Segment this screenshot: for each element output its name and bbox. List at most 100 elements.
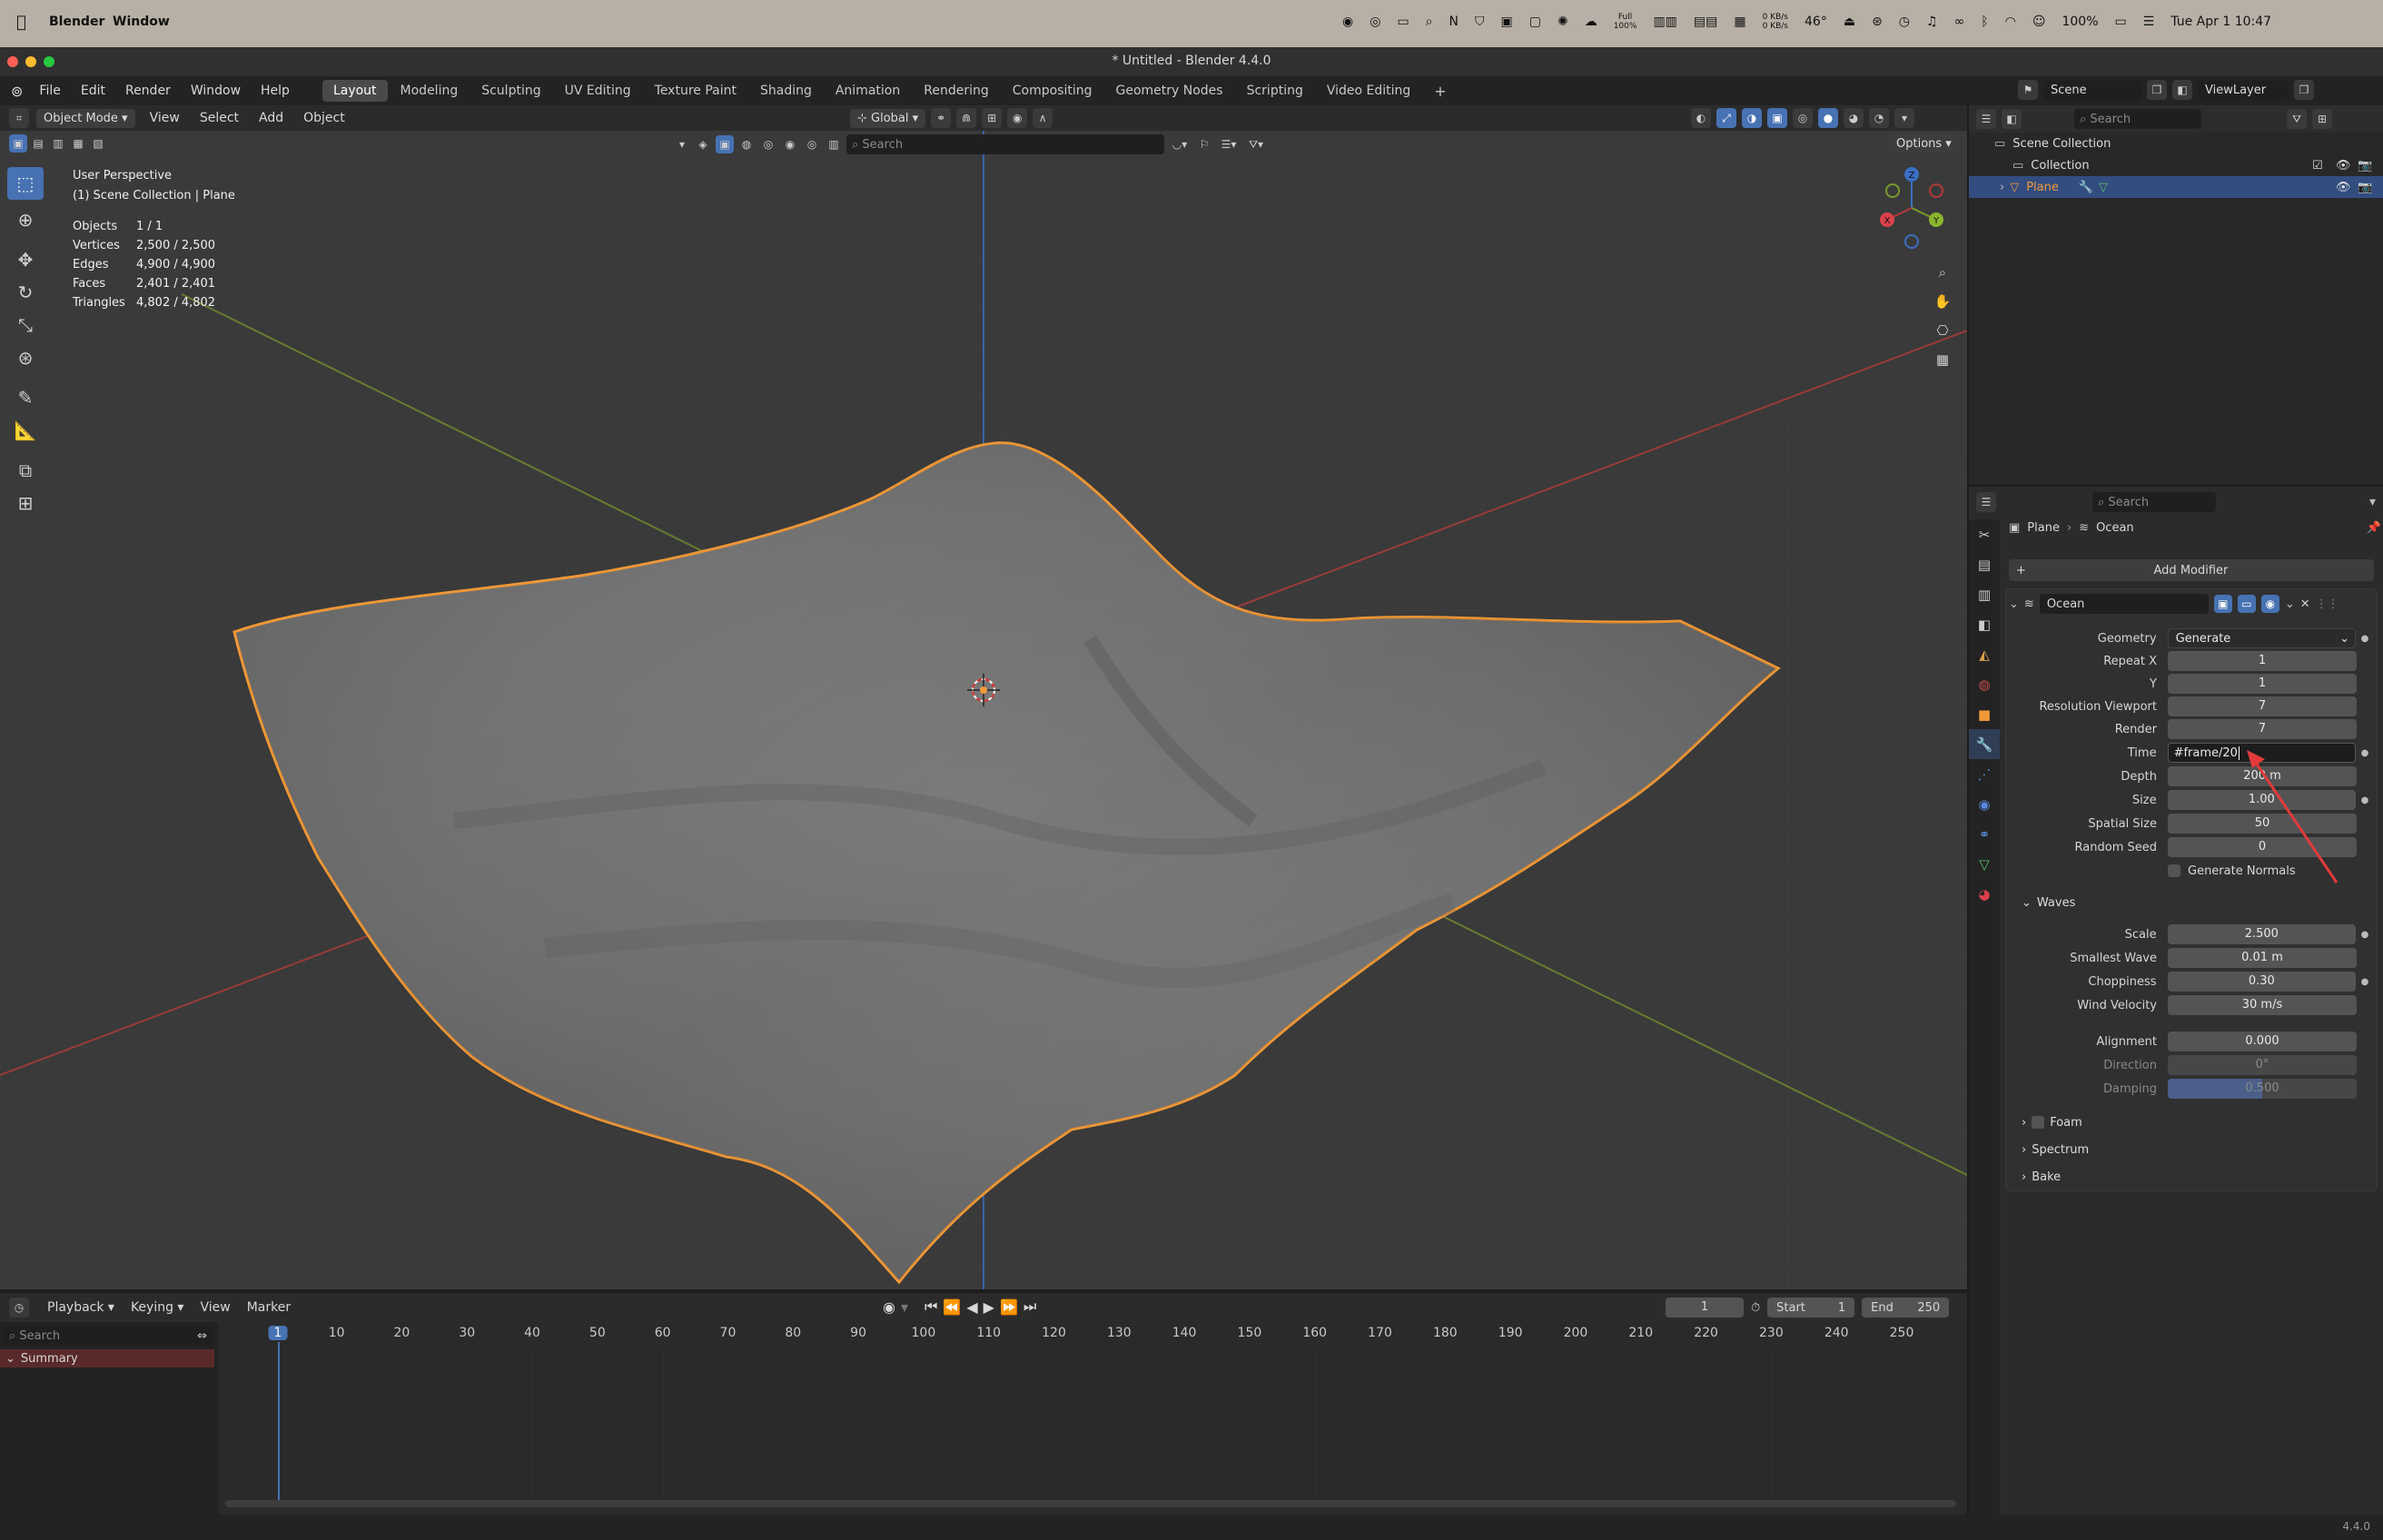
add-primitive-tool-icon[interactable]: ⊞ (7, 487, 44, 519)
tab-animation[interactable]: Animation (825, 80, 911, 102)
timeline-menu-view[interactable]: View (200, 1300, 230, 1315)
wind-velocity-field[interactable]: 30 m/s (2168, 995, 2357, 1015)
viewlayer-icon[interactable]: ◧ (2172, 80, 2192, 100)
shield-icon[interactable]: ⛉ (1475, 15, 1485, 29)
collection-render-camera-icon[interactable]: 📷 (2358, 159, 2372, 173)
gpu-icon[interactable]: ▦ (1734, 15, 1745, 29)
jump-start-icon[interactable]: ⏮ (925, 1298, 937, 1316)
record-icon[interactable]: ◎ (1369, 15, 1380, 29)
headphones-icon[interactable]: ♫ (1926, 15, 1938, 29)
menu-render[interactable]: Render (125, 84, 171, 98)
app-menu[interactable]: Blender (49, 15, 104, 29)
eject-icon[interactable]: ⏏ (1844, 15, 1855, 29)
window-menu[interactable]: Window (113, 15, 170, 29)
repeat-x-field[interactable]: 1 (2168, 651, 2357, 671)
cpu-icon[interactable]: ▤▤ (1694, 15, 1717, 29)
scale-tool-icon[interactable]: ⤡ (7, 309, 44, 341)
constraints-tab-icon[interactable]: ⚭ (1969, 819, 2000, 849)
end-frame-field[interactable]: End 250 (1862, 1298, 1950, 1318)
annotate-tool-icon[interactable]: ✎ (7, 381, 44, 414)
overlay-toggle-icon[interactable]: ◑ (1742, 108, 1762, 128)
shading-options-icon[interactable]: ▾ (1894, 108, 1914, 128)
jump-keyframe-back-icon[interactable]: ⏪ (943, 1298, 961, 1316)
bluetooth-icon[interactable]: ᛒ (1981, 15, 1988, 29)
play-reverse-icon[interactable]: ◀ (966, 1298, 977, 1316)
add-cube-tool-icon[interactable]: ⧉ (7, 454, 44, 487)
editor-type-icon[interactable]: ⌗ (9, 108, 29, 128)
plane-visibility-eye-icon[interactable]: 👁 (2336, 181, 2351, 194)
world-tab-icon[interactable]: ◍ (1969, 669, 2000, 699)
new-collection-icon[interactable]: ⊞ (2312, 109, 2332, 129)
tab-sculpting[interactable]: Sculpting (470, 80, 551, 102)
playhead-line[interactable] (278, 1342, 280, 1502)
viewport-search-input[interactable]: ⌕ Search (846, 134, 1164, 154)
exclude-checkbox[interactable]: ☑ (2312, 159, 2323, 173)
wifi-icon[interactable]: ◠ (2005, 15, 2016, 29)
remove-modifier-icon[interactable]: ✕ (2300, 597, 2310, 611)
collapse-icon[interactable]: ▾ (674, 135, 690, 153)
tab-scripting[interactable]: Scripting (1236, 80, 1314, 102)
memory-icon[interactable]: ▥▥ (1653, 15, 1676, 29)
viewport-menu-add[interactable]: Add (259, 111, 283, 125)
alignment-field[interactable]: 0.000 (2168, 1032, 2357, 1051)
timeline-scrollbar[interactable] (225, 1500, 1956, 1507)
status-icon[interactable]: ◉ (1342, 15, 1353, 29)
pin-icon[interactable]: 📌 (2367, 521, 2381, 535)
outliner-filter-icon[interactable]: ⛛ (2287, 109, 2307, 129)
filter-mesh-icon[interactable]: ▣ (716, 135, 734, 153)
tab-layout[interactable]: Layout (321, 80, 388, 102)
viewlayer-field[interactable]: ViewLayer (2198, 80, 2289, 100)
properties-options-icon[interactable]: ▾ (2369, 495, 2376, 509)
start-frame-field[interactable]: Start 1 (1767, 1298, 1855, 1318)
menu-edit[interactable]: Edit (81, 84, 105, 98)
rotate-tool-icon[interactable]: ↻ (7, 276, 44, 309)
orientation-dropdown[interactable]: ⊹ Global ▾ (850, 108, 926, 128)
control-center-icon[interactable]: ☰ (2143, 15, 2155, 29)
accessibility-icon[interactable]: ⊛ (1872, 15, 1883, 29)
cube-icon[interactable]: ◈ (694, 135, 712, 153)
clock-icon[interactable]: ◷ (1899, 15, 1910, 29)
search-options-icon[interactable]: ◡▾ (1168, 135, 1192, 153)
link-icon[interactable]: ∞ (1954, 15, 1965, 29)
properties-editor-icon[interactable]: ☰ (1976, 492, 1996, 512)
perspective-toggle-icon[interactable]: ▦ (1929, 345, 1956, 374)
bookmark-icon[interactable]: ⚐ (1195, 135, 1213, 153)
search-icon[interactable]: ⌕ (1426, 15, 1433, 29)
waves-section-header[interactable]: ⌄ Waves (2009, 892, 2374, 913)
properties-search-input[interactable]: ⌕ Search (2092, 492, 2216, 512)
jump-end-icon[interactable]: ⏭ (1023, 1298, 1036, 1316)
tab-geometry-nodes[interactable]: Geometry Nodes (1105, 80, 1234, 102)
particles-tab-icon[interactable]: ⋰ (1969, 759, 2000, 789)
datetime[interactable]: Tue Apr 1 10:47 (2170, 15, 2271, 29)
falloff-icon[interactable]: ∧ (1033, 108, 1053, 128)
filter-empty-icon[interactable]: ◎ (803, 135, 821, 153)
collapse-panel-icon[interactable]: ⌄ (2009, 597, 2019, 611)
foam-checkbox[interactable] (2032, 1116, 2045, 1129)
zoom-icon[interactable]: ⌕ (1929, 258, 1956, 287)
options-dropdown[interactable]: Options ▾ (1889, 134, 1959, 153)
display-icon[interactable]: ▭ (1397, 15, 1409, 29)
modifier-wrench-icon[interactable]: 🔧 (2079, 181, 2093, 194)
expand-chevron-icon[interactable]: › (2000, 181, 2004, 194)
resolution-viewport-field[interactable]: 7 (2168, 696, 2357, 716)
bake-section-header[interactable]: › Bake (2009, 1166, 2374, 1188)
frame-ruler-area[interactable]: 1 10 20 30 40 50 60 70 80 90 100 110 120 130 140 150 160… (218, 1322, 1967, 1515)
material-tab-icon[interactable]: ◕ (1969, 879, 2000, 909)
collection-visibility-eye-icon[interactable]: 👁 (2336, 159, 2351, 173)
render-tab-icon[interactable]: ▤ (1969, 549, 2000, 579)
mode-dropdown[interactable]: Object Mode ▾ (36, 108, 135, 128)
select-box-tool-icon[interactable]: ⬚ (7, 167, 44, 200)
notion-icon[interactable]: N (1449, 15, 1458, 29)
wireframe-shading-icon[interactable]: ◎ (1793, 108, 1813, 128)
select-invert-icon[interactable]: ▦ (69, 134, 87, 153)
move-tool-icon[interactable]: ✥ (7, 243, 44, 276)
display-mode-icon[interactable]: ◧ (2002, 109, 2022, 129)
viewport-menu-select[interactable]: Select (200, 111, 239, 125)
scale-field[interactable]: 2.500 (2167, 924, 2357, 944)
battery-icon[interactable]: ▭ (2115, 15, 2127, 29)
visibility-icon[interactable]: ◐ (1691, 108, 1711, 128)
select-subtract-icon[interactable]: ▥ (49, 134, 67, 153)
scale-keyframe-dot-icon[interactable]: ● (2356, 930, 2374, 940)
modifier-name-field[interactable]: Ocean (2039, 594, 2209, 614)
pivot-icon[interactable]: ⚭ (931, 108, 952, 128)
